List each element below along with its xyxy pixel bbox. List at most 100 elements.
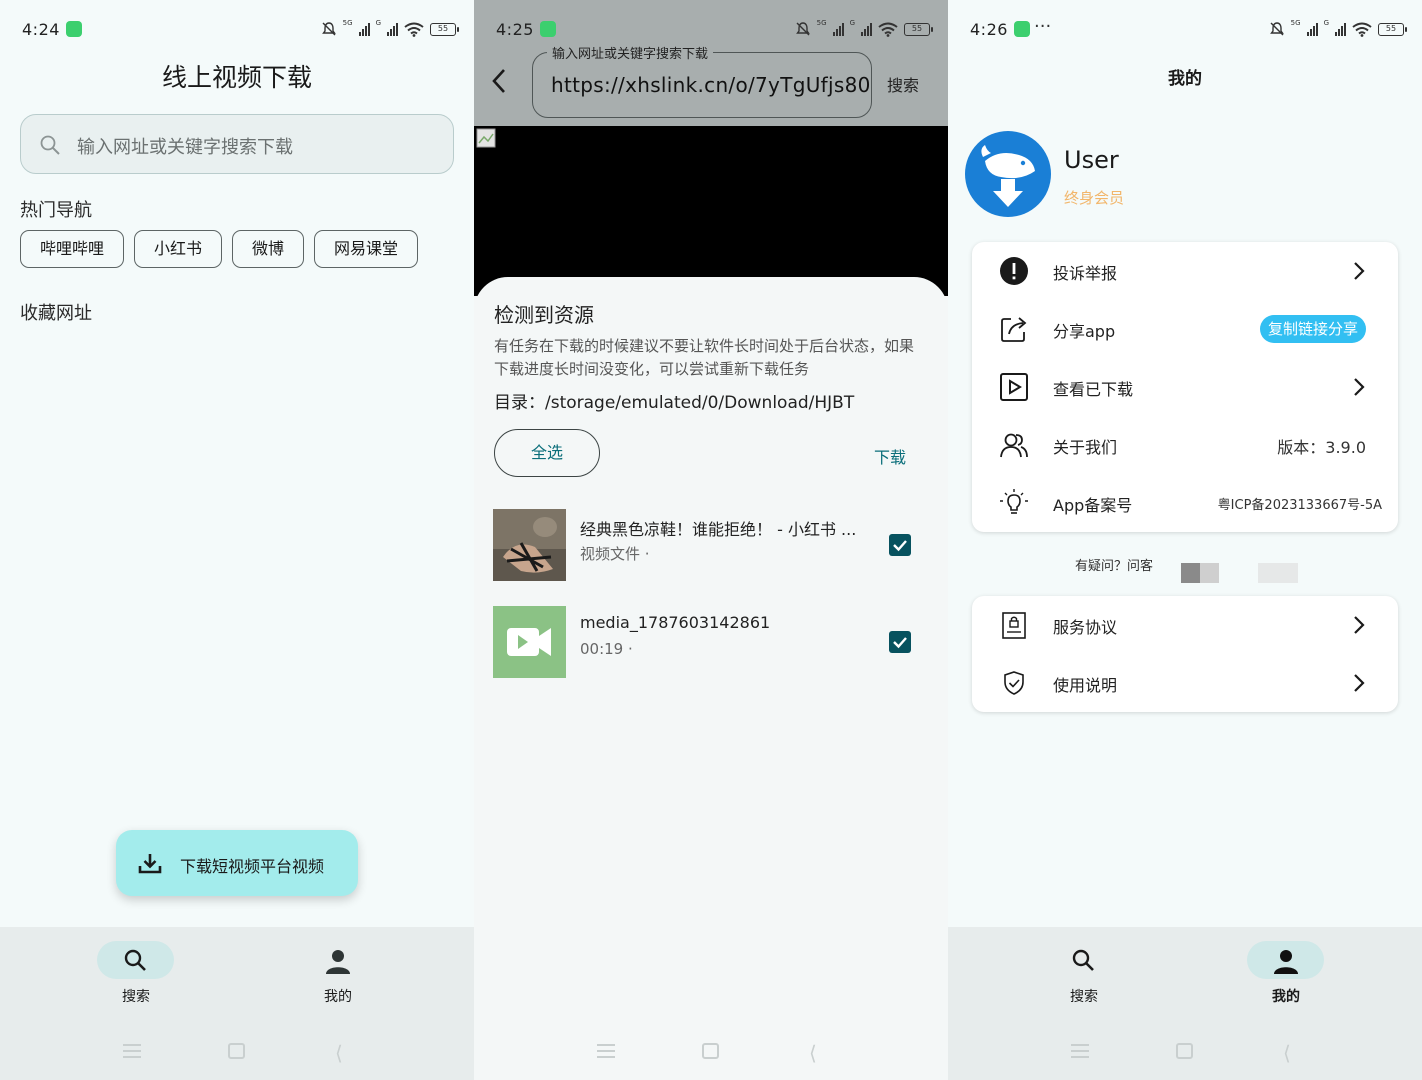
- chip-xiaohongshu[interactable]: 小红书: [134, 230, 223, 268]
- menu-icp[interactable]: App备案号 粤ICP备2023133667号-5A: [972, 474, 1398, 532]
- menu-share-app[interactable]: 分享app 复制链接分享: [972, 300, 1398, 358]
- nav-mine-label: 我的: [324, 989, 352, 1005]
- battery-icon: 55: [1378, 22, 1407, 36]
- menu-icp-label: App备案号: [1053, 496, 1133, 515]
- network-type-2: G: [375, 19, 381, 27]
- status-bar: 4:24 5G G 55: [0, 0, 474, 60]
- menu-about[interactable]: 关于我们 版本：3.9.0: [972, 416, 1398, 474]
- signal-icon-2: [1335, 22, 1346, 36]
- share-icon: [1001, 317, 1027, 342]
- system-nav: ⟨: [474, 1040, 948, 1065]
- broken-image-icon: [476, 128, 496, 148]
- resource-item[interactable]: 经典黑色凉鞋！谁能拒绝！ - 小红书 ... 视频文件 ·: [493, 509, 933, 583]
- page-title: 线上视频下载: [161, 63, 312, 92]
- home-button[interactable]: [702, 1043, 719, 1059]
- search-input[interactable]: 输入网址或关键字搜索下载: [20, 114, 454, 174]
- network-type-1: 5G: [1290, 19, 1301, 27]
- network-type-2: G: [1323, 19, 1329, 27]
- version-value: 版本：3.9.0: [1277, 438, 1366, 457]
- chip-bilibili[interactable]: 哔哩哔哩: [20, 230, 125, 268]
- chip-netease-class[interactable]: 网易课堂: [314, 230, 419, 268]
- copy-link-share-button[interactable]: 复制链接分享: [1259, 315, 1366, 343]
- nav-mine-label: 我的: [1272, 989, 1300, 1005]
- menu-instructions[interactable]: 使用说明: [972, 654, 1398, 712]
- top-bar-dimmed: 4:25 5G G 55 输入网址或关键字搜索下载 https://xhslin…: [474, 0, 948, 126]
- directory-path: /storage/emulated/0/Download/HJBT: [545, 393, 855, 413]
- home-button[interactable]: [228, 1043, 245, 1059]
- chevron-right-icon: [1354, 674, 1365, 692]
- url-input[interactable]: 输入网址或关键字搜索下载 https://xhslink.cn/o/7yTgUf…: [532, 43, 872, 118]
- menu-report-label: 投诉举报: [1053, 264, 1118, 283]
- resource-detect-screen: 4:25 5G G 55 输入网址或关键字搜索下载 https://xhslin…: [474, 0, 948, 1080]
- menu-service-agreement-label: 服务协议: [1053, 618, 1118, 637]
- status-time: 4:24: [22, 20, 60, 39]
- network-type-1: 5G: [816, 19, 827, 27]
- nav-mine[interactable]: 我的: [298, 941, 378, 1021]
- url-value: https://xhslink.cn/o/7yTgUfjs80: [551, 73, 871, 97]
- menu-share-label: 分享app: [1053, 322, 1116, 341]
- resource-checkbox[interactable]: [889, 631, 911, 653]
- status-time: 4:25: [496, 20, 534, 39]
- check-icon: [893, 637, 907, 649]
- url-input-label: 输入网址或关键字搜索下载: [547, 43, 714, 62]
- nav-search-label: 搜索: [1070, 989, 1098, 1005]
- battery-icon: 55: [904, 22, 933, 36]
- network-type-2: G: [849, 19, 855, 27]
- faq-text[interactable]: 有疑问？问客: [1075, 555, 1153, 574]
- download-short-video-button[interactable]: 下载短视频平台视频: [116, 830, 358, 896]
- mute-bell-icon: [1269, 22, 1284, 36]
- nav-mine[interactable]: 我的: [1246, 941, 1326, 1021]
- user-name: User: [1064, 146, 1119, 174]
- resource-checkbox[interactable]: [889, 534, 911, 556]
- page-title: 我的: [1168, 69, 1202, 89]
- chevron-right-icon: [1354, 378, 1365, 396]
- download-icon: [138, 854, 162, 874]
- avatar[interactable]: [965, 131, 1051, 217]
- select-all-button[interactable]: 全选: [494, 429, 600, 477]
- recents-button[interactable]: [1071, 1044, 1089, 1062]
- sheet-title: 检测到资源: [494, 303, 594, 327]
- status-icons: 5G G 55: [1269, 18, 1407, 40]
- agreement-card: 服务协议 使用说明: [972, 596, 1398, 712]
- mute-bell-icon: [321, 22, 336, 36]
- users-icon: [1000, 433, 1028, 458]
- sheet-description: 有任务在下载的时候建议不要让软件长时间处于后台状态，如果下载进度长时间没变化，可…: [494, 337, 915, 378]
- resource-item[interactable]: media_1787603142861 00:19 ·: [493, 606, 933, 680]
- recents-button[interactable]: [597, 1044, 615, 1062]
- search-screen: 4:24 5G G 55 线上视频下载 输入网址或关键字搜索下载 热门导航 哔哩…: [0, 0, 474, 1080]
- wifi-icon: [404, 22, 424, 37]
- hot-nav-list: 哔哩哔哩 小红书 微博 网易课堂: [20, 230, 419, 268]
- app-notification-icon: [66, 21, 82, 37]
- back-button[interactable]: ⟨: [1283, 1041, 1291, 1065]
- menu-service-agreement[interactable]: 服务协议: [972, 596, 1398, 654]
- search-button[interactable]: 搜索: [887, 72, 919, 96]
- recents-button[interactable]: [123, 1044, 141, 1062]
- resource-name: 经典黑色凉鞋！谁能拒绝！ - 小红书 ...: [580, 520, 857, 539]
- wifi-icon: [1352, 22, 1372, 37]
- system-nav: ⟨: [0, 1040, 474, 1065]
- menu-about-label: 关于我们: [1053, 438, 1118, 457]
- search-icon: [40, 135, 60, 155]
- back-button[interactable]: ⟨: [335, 1041, 343, 1065]
- menu-downloads[interactable]: 查看已下载: [972, 358, 1398, 416]
- back-arrow-icon[interactable]: [488, 66, 510, 96]
- nav-search[interactable]: 搜索: [1044, 941, 1124, 1021]
- obscured-element: [1258, 563, 1298, 583]
- chip-weibo[interactable]: 微博: [232, 230, 305, 268]
- play-square-icon: [1000, 373, 1028, 401]
- menu-report[interactable]: 投诉举报: [972, 242, 1398, 300]
- nav-search-label: 搜索: [122, 989, 150, 1005]
- resource-thumbnail: [493, 509, 566, 581]
- home-button[interactable]: [1176, 1043, 1193, 1059]
- nav-search[interactable]: 搜索: [96, 941, 176, 1021]
- download-button[interactable]: 下载: [874, 444, 906, 468]
- resource-sheet: 检测到资源 有任务在下载的时候建议不要让软件长时间处于后台状态，如果下载进度长时…: [474, 277, 948, 1080]
- download-directory: 目录：/storage/emulated/0/Download/HJBT: [494, 388, 854, 413]
- obscured-element: [1181, 563, 1219, 583]
- back-button[interactable]: ⟨: [809, 1041, 817, 1065]
- document-lock-icon: [1002, 612, 1026, 639]
- person-icon: [326, 950, 350, 974]
- shield-check-icon: [1004, 671, 1024, 695]
- resource-name: media_1787603142861: [580, 613, 771, 632]
- settings-card: 投诉举报 分享app 复制链接分享 查看已下载 关于我们 版本：3.9.0 Ap…: [972, 242, 1398, 532]
